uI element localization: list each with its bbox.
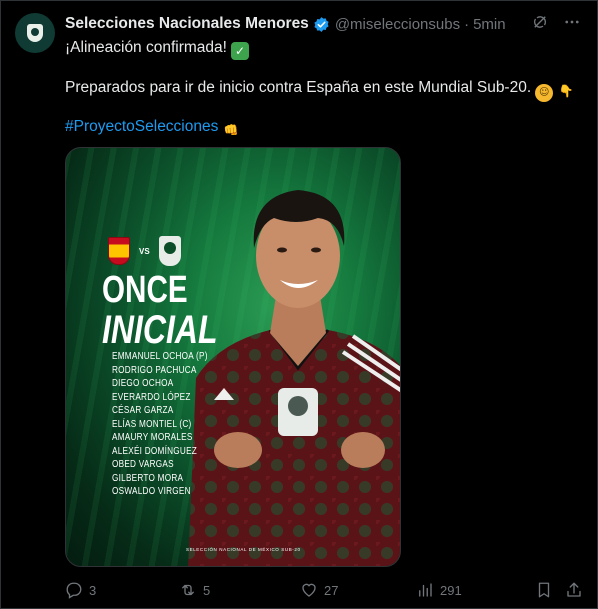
more-options-icon[interactable] (563, 13, 581, 31)
reply-count: 3 (89, 582, 97, 598)
retweet-icon (182, 584, 194, 596)
player-name: DIEGO OCHOA (112, 378, 174, 389)
player-name: EVERARDO LÓPEZ (112, 391, 191, 403)
bar-chart-icon (419, 583, 432, 597)
grok-icon[interactable] (531, 13, 549, 31)
tweet-card[interactable]: Selecciones Nacionales Menores @miselecc… (0, 0, 598, 609)
player-name: ALEXÉI DOMÍNGUEZ (112, 445, 198, 457)
graphic-title-line2: INICIAL (102, 308, 218, 352)
graphic-footer: SELECCIÓN NACIONAL DE MÉXICO SUB-20 (186, 547, 301, 552)
player-name: EMMANUEL OCHOA (P) (112, 351, 208, 362)
action-bar: 3 5 27 291 (65, 579, 585, 601)
check-mark-emoji-icon: ✓ (230, 42, 249, 60)
vs-label: VS (139, 246, 150, 256)
display-name[interactable]: Selecciones Nacionales Menores (65, 15, 309, 33)
graphic-title-line1: ONCE (102, 269, 188, 311)
match-flags: VS (108, 236, 181, 266)
retweet-count: 5 (203, 582, 211, 598)
player-name: RODRIGO PACHUCA (112, 364, 197, 376)
like-count: 27 (324, 582, 339, 598)
retweet-button[interactable]: 5 (179, 581, 210, 599)
federation-crest-icon (27, 24, 43, 42)
fist-emoji-icon: 👊 (223, 123, 239, 137)
reply-button[interactable]: 3 (65, 581, 96, 599)
spain-crest-icon (108, 237, 130, 265)
starting-lineup-list: EMMANUEL OCHOA (P) RODRIGO PACHUCA DIEGO… (112, 350, 229, 499)
player-name: OSWALDO VIRGEN (112, 486, 191, 497)
player-name: AMAURY MORALES (112, 432, 193, 443)
hashtag-line: #ProyectoSelecciones 👊 (65, 118, 240, 139)
bookmark-icon (538, 582, 550, 598)
tweet-header: Selecciones Nacionales Menores @miselecc… (65, 13, 587, 35)
player-name: CÉSAR GARZA (112, 405, 174, 416)
views-count: 291 (440, 582, 462, 598)
timestamp[interactable]: 5min (473, 16, 506, 33)
tweet-text-line1: ¡Alineación confirmada! ✓ (65, 39, 249, 60)
share-icon (567, 582, 581, 597)
tweet-text-line2: Preparados para ir de inicio contra Espa… (65, 79, 575, 102)
mexico-crest-icon (158, 236, 181, 266)
views-button[interactable]: 291 (416, 581, 462, 599)
avatar[interactable] (15, 13, 55, 53)
separator-dot: · (464, 15, 470, 33)
media-image[interactable]: VS ONCE INICIAL EMMANUEL OCHOA (P) RODRI… (65, 147, 401, 567)
reply-icon (66, 582, 82, 599)
face-emoji-icon: ☺ (535, 84, 554, 102)
share-button[interactable] (565, 581, 589, 599)
heart-icon (302, 583, 316, 597)
player-name: ELÍAS MONTIEL (C) (112, 418, 192, 430)
user-handle[interactable]: @miseleccionsubs (335, 16, 460, 33)
like-button[interactable]: 27 (300, 581, 338, 599)
bookmark-button[interactable] (535, 581, 559, 599)
verified-badge-icon (314, 16, 329, 32)
player-name: OBED VARGAS (112, 459, 174, 470)
hashtag-link[interactable]: #ProyectoSelecciones (65, 118, 218, 135)
player-name: GILBERTO MORA (112, 472, 184, 484)
pointing-down-emoji-icon: 👇 (558, 84, 574, 98)
